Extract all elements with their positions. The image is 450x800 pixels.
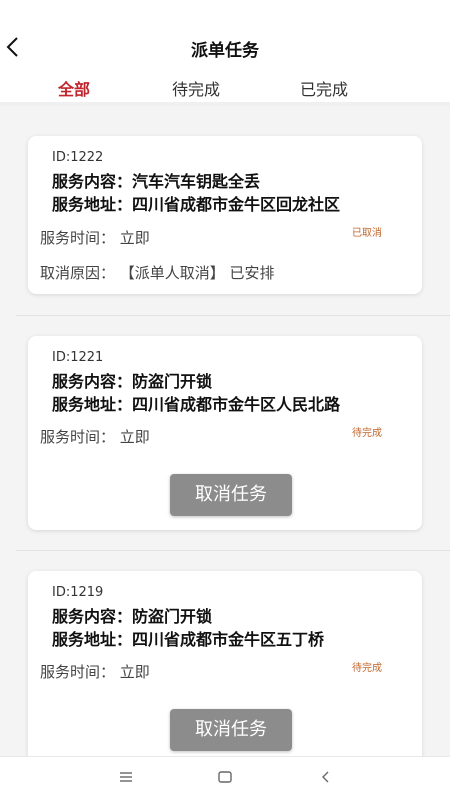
task-card[interactable]: ID:1219 服务内容：防盗门开锁 服务地址：四川省成都市金牛区五丁桥 服务时… <box>28 571 422 756</box>
status-badge: 已取消 <box>352 228 382 239</box>
task-content: 服务内容：防盗门开锁 <box>52 372 213 391</box>
page-title: 派单任务 <box>191 41 259 61</box>
home-icon[interactable] <box>217 769 233 789</box>
cancel-reason: 取消原因： 【派单人取消】 已安排 <box>40 264 275 282</box>
tab-completed[interactable]: 已完成 <box>300 76 348 100</box>
task-id: ID:1222 <box>52 150 104 165</box>
menu-icon[interactable] <box>118 769 134 789</box>
status-badge: 待完成 <box>352 663 382 674</box>
divider <box>16 315 450 316</box>
task-time: 服务时间： 立即 <box>40 229 150 247</box>
task-list[interactable]: ID:1222 服务内容：汽车汽车钥匙全丢 服务地址：四川省成都市金牛区回龙社区… <box>0 112 450 756</box>
system-nav-bar <box>0 756 450 800</box>
back-icon[interactable] <box>318 769 334 789</box>
task-card[interactable]: ID:1222 服务内容：汽车汽车钥匙全丢 服务地址：四川省成都市金牛区回龙社区… <box>28 136 422 294</box>
tab-all[interactable]: 全部 <box>58 76 90 100</box>
task-address: 服务地址：四川省成都市金牛区五丁桥 <box>52 630 325 649</box>
task-time: 服务时间： 立即 <box>40 663 150 681</box>
cancel-task-button[interactable]: 取消任务 <box>170 709 292 751</box>
task-id: ID:1221 <box>52 350 104 365</box>
tab-divider <box>0 102 450 106</box>
tab-bar: 全部 待完成 已完成 <box>0 70 450 106</box>
status-badge: 待完成 <box>352 428 382 439</box>
task-address: 服务地址：四川省成都市金牛区回龙社区 <box>52 195 341 214</box>
task-id: ID:1219 <box>52 585 104 600</box>
task-card[interactable]: ID:1221 服务内容：防盗门开锁 服务地址：四川省成都市金牛区人民北路 服务… <box>28 336 422 530</box>
task-content: 服务内容：防盗门开锁 <box>52 607 213 626</box>
app-header: 派单任务 <box>0 0 450 70</box>
task-time: 服务时间： 立即 <box>40 428 150 446</box>
task-address: 服务地址：四川省成都市金牛区人民北路 <box>52 395 341 414</box>
divider <box>16 550 450 551</box>
task-content: 服务内容：汽车汽车钥匙全丢 <box>52 172 261 191</box>
cancel-task-button[interactable]: 取消任务 <box>170 474 292 516</box>
tab-pending[interactable]: 待完成 <box>172 76 220 100</box>
